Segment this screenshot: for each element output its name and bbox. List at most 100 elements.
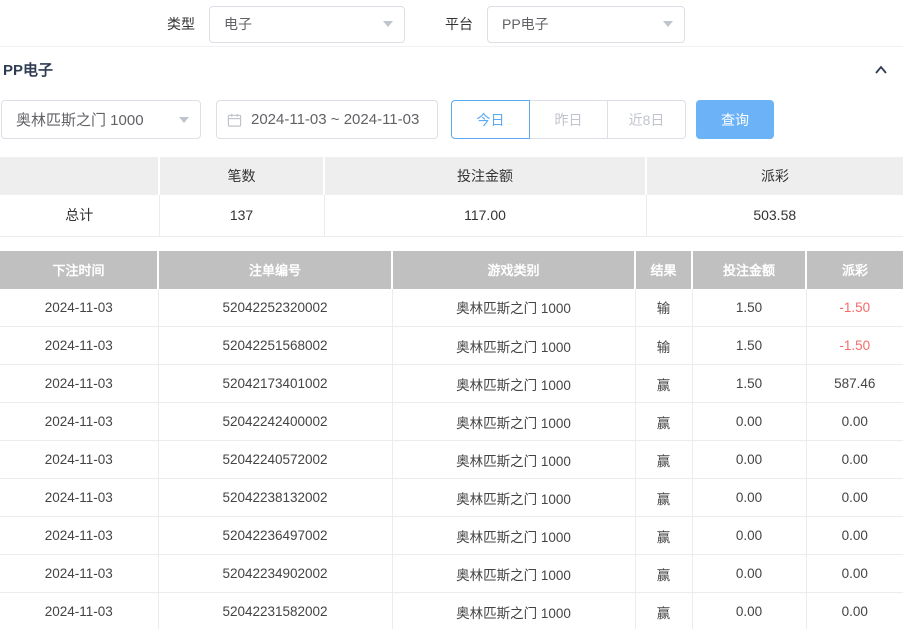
summary-total-row: 总计 137 117.00 503.58 (0, 195, 903, 236)
header-bet-time: 下注时间 (0, 251, 158, 289)
table-row: 2024-11-0352042173401002奥林匹斯之门 1000赢1.50… (0, 365, 903, 403)
game-category-cell: 奥林匹斯之门 1000 (392, 365, 635, 403)
payout-cell: -1.50 (806, 289, 903, 327)
type-label: 类型 (167, 14, 195, 34)
bet-time-cell: 2024-11-03 (0, 479, 158, 517)
bet-time-cell: 2024-11-03 (0, 555, 158, 593)
bet-number-cell: 52042173401002 (158, 365, 392, 403)
bet-amount-cell: 1.50 (692, 289, 806, 327)
result-cell: 赢 (635, 365, 692, 403)
bet-time-cell: 2024-11-03 (0, 403, 158, 441)
bet-number-cell: 52042234902002 (158, 555, 392, 593)
summary-header-row: 笔数 投注金额 派彩 (0, 157, 903, 195)
payout-cell: -1.50 (806, 327, 903, 365)
result-cell: 赢 (635, 479, 692, 517)
table-row: 2024-11-0352042236497002奥林匹斯之门 1000赢0.00… (0, 517, 903, 555)
bet-amount-cell: 0.00 (692, 555, 806, 593)
payout-cell: 0.00 (806, 555, 903, 593)
game-category-cell: 奥林匹斯之门 1000 (392, 441, 635, 479)
game-category-cell: 奥林匹斯之门 1000 (392, 403, 635, 441)
chevron-down-icon (383, 21, 393, 27)
table-row: 2024-11-0352042238132002奥林匹斯之门 1000赢 0.00… (0, 479, 903, 517)
quick-date-button-2[interactable]: 近8日 (607, 100, 686, 139)
bet-amount-cell: 0.00 (692, 517, 806, 555)
top-filter-bar: 类型 电子 平台 PP电子 (0, 0, 903, 46)
bet-number-cell: 52042231582002 (158, 593, 392, 629)
summary-header-payout: 派彩 (646, 157, 903, 195)
bet-table: 下注时间 注单编号 游戏类别 结果 投注金额 派彩 2024-11-035204… (0, 251, 903, 629)
calendar-icon (227, 112, 242, 127)
summary-total-count: 137 (159, 195, 324, 236)
summary-total-bet-amount: 117.00 (324, 195, 646, 236)
game-select-value: 奥林匹斯之门 1000 (16, 109, 144, 130)
header-game-category: 游戏类别 (392, 251, 635, 289)
result-cell: 输 (635, 289, 692, 327)
platform-select[interactable]: PP电子 (487, 6, 685, 43)
result-cell: 赢 (635, 593, 692, 629)
table-row: 2024-11-0352042240572002奥林匹斯之门 1000赢0.00… (0, 441, 903, 479)
bet-number-cell: 52042240572002 (158, 441, 392, 479)
platform-label: 平台 (445, 14, 473, 34)
payout-cell: 0.00 (806, 593, 903, 629)
header-result: 结果 (635, 251, 692, 289)
bet-time-cell: 2024-11-03 (0, 327, 158, 365)
summary-header-empty (0, 157, 159, 195)
table-row: 2024-11-0352042234902002奥林匹斯之门 1000赢0.00… (0, 555, 903, 593)
bet-number-cell: 52042252320002 (158, 289, 392, 327)
bet-number-cell: 52042236497002 (158, 517, 392, 555)
chevron-down-icon (663, 21, 673, 27)
payout-cell: 0.00 (806, 517, 903, 555)
summary-header-count: 笔数 (159, 157, 324, 195)
date-range-input[interactable]: 2024-11-03 ~ 2024-11-03 (216, 100, 438, 139)
result-cell: 赢 (635, 441, 692, 479)
chevron-up-icon[interactable] (873, 62, 889, 78)
header-bet-number: 注单编号 (158, 251, 392, 289)
bet-amount-cell: 0.00 (692, 441, 806, 479)
bet-amount-cell: 0.00 (692, 403, 806, 441)
table-row: 2024-11-0352042252320002奥林匹斯之门 1000输1.50… (0, 289, 903, 327)
bet-number-cell: 52042251568002 (158, 327, 392, 365)
summary-header-bet-amount: 投注金额 (324, 157, 646, 195)
bet-table-body: 2024-11-0352042252320002奥林匹斯之门 1000输1.50… (0, 289, 903, 629)
table-row: 2024-11-0352042231582002奥林匹斯之门 1000赢0.00… (0, 593, 903, 629)
section-title: PP电子 (3, 59, 53, 80)
game-category-cell: 奥林匹斯之门 1000 (392, 517, 635, 555)
type-select[interactable]: 电子 (209, 6, 405, 43)
quick-date-button-1[interactable]: 昨日 (529, 100, 608, 139)
table-row: 2024-11-0352042242400002奥林匹斯之门 1000赢0.00… (0, 403, 903, 441)
summary-total-label: 总计 (0, 195, 159, 236)
bet-table-header-row: 下注时间 注单编号 游戏类别 结果 投注金额 派彩 (0, 251, 903, 289)
game-category-cell: 奥林匹斯之门 1000 (392, 593, 635, 629)
platform-select-value: PP电子 (502, 14, 549, 34)
date-range-value: 2024-11-03 ~ 2024-11-03 (251, 111, 419, 128)
bet-time-cell: 2024-11-03 (0, 441, 158, 479)
bet-number-cell: 52042242400002 (158, 403, 392, 441)
game-category-cell: 奥林匹斯之门 1000 (392, 479, 635, 517)
section-header: PP电子 (0, 46, 903, 92)
result-cell: 赢 (635, 403, 692, 441)
result-cell: 赢 (635, 517, 692, 555)
game-category-cell: 奥林匹斯之门 1000 (392, 327, 635, 365)
query-bar: 奥林匹斯之门 1000 2024-11-03 ~ 2024-11-03 今日昨日… (0, 92, 903, 153)
type-select-value: 电子 (224, 14, 252, 34)
quick-date-button-0[interactable]: 今日 (451, 100, 530, 139)
bet-amount-cell: 1.50 (692, 327, 806, 365)
bet-time-cell: 2024-11-03 (0, 593, 158, 629)
bet-number-cell: 52042238132002 (158, 479, 392, 517)
quick-date-button-group: 今日昨日近8日 (451, 100, 686, 139)
bet-time-cell: 2024-11-03 (0, 517, 158, 555)
bet-time-cell: 2024-11-03 (0, 365, 158, 403)
result-cell: 输 (635, 327, 692, 365)
bet-amount-cell: 0.00 (692, 593, 806, 629)
game-category-cell: 奥林匹斯之门 1000 (392, 555, 635, 593)
result-cell: 赢 (635, 555, 692, 593)
header-bet-amount: 投注金额 (692, 251, 806, 289)
search-button[interactable]: 查询 (696, 100, 774, 139)
payout-cell: 0.00 (806, 479, 903, 517)
bet-amount-cell: 1.50 (692, 365, 806, 403)
table-row: 2024-11-0352042251568002奥林匹斯之门 1000输1.50… (0, 327, 903, 365)
game-select[interactable]: 奥林匹斯之门 1000 (1, 100, 201, 139)
payout-cell: 0.00 (806, 403, 903, 441)
game-category-cell: 奥林匹斯之门 1000 (392, 289, 635, 327)
summary-table: 笔数 投注金额 派彩 总计 137 117.00 503.58 (0, 157, 903, 237)
